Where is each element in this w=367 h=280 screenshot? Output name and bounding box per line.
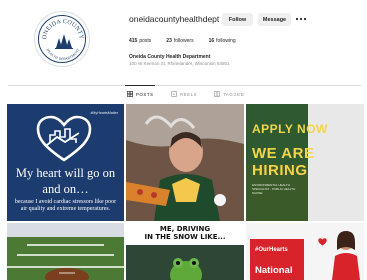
bio-address: 100 W Keenan St, Rhinelander, Wisconsin …	[129, 61, 230, 66]
profile-username: oneidacountyhealthdept	[129, 14, 220, 24]
active-tab-indicator	[125, 85, 155, 86]
tagged-icon	[214, 91, 220, 97]
post-tile-football-player-photo[interactable]	[126, 104, 244, 221]
post1-headline-line2: and on…	[42, 182, 89, 196]
post1-headline-line1: My heart will go on	[15, 166, 116, 180]
post-tile-our-hearts[interactable]: #OurHearts National	[246, 223, 364, 280]
woman-photo	[332, 231, 360, 280]
football-field-image	[7, 223, 124, 280]
bio-display-name: Oneida County Health Department	[129, 54, 211, 60]
following-stat[interactable]: 16 following	[209, 38, 236, 44]
post6-national: National	[255, 265, 293, 276]
more-options-icon[interactable]	[295, 14, 307, 24]
posts-stat: 415 posts	[129, 38, 151, 44]
followers-stat[interactable]: 23 followers	[166, 38, 193, 44]
post-tile-hiring[interactable]: APPLY NOW WE ARE HIRING ENVIRONMENTAL HE…	[246, 104, 364, 221]
message-button[interactable]: Message	[258, 13, 291, 26]
football-player-image	[126, 104, 244, 221]
tab-posts-label: POSTS	[136, 91, 154, 97]
logo-text-bottom: HEALTH DEPARTMENT	[46, 47, 81, 61]
follow-button[interactable]: Follow	[222, 13, 253, 26]
tab-reels[interactable]: REELS	[171, 91, 197, 97]
followers-count: 23	[166, 38, 172, 44]
frog-driving-image	[126, 245, 244, 280]
post3-details: ENVIRONMENTAL HEALTH SPECIALIST · PUBLIC…	[252, 183, 296, 195]
reels-icon	[171, 91, 177, 97]
post3-hiring: HIRING	[252, 162, 308, 179]
tab-posts[interactable]: POSTS	[127, 91, 154, 97]
svg-text:HEALTH DEPARTMENT: HEALTH DEPARTMENT	[46, 47, 81, 61]
posts-count: 415	[129, 38, 138, 44]
grid-icon	[127, 91, 133, 97]
post6-hashtag: #OurHearts	[255, 247, 288, 253]
logo-text-top: ONEIDA COUNTY	[42, 19, 84, 40]
post3-apply-now: APPLY NOW	[252, 122, 328, 136]
profile-stats: 415 posts 23 followers 16 following	[129, 38, 236, 44]
post-tile-football-field[interactable]	[7, 223, 124, 280]
post5-caption-line2: IN THE SNOW LIKE...	[144, 233, 226, 241]
post1-hashtag: #MyHeartsMatter	[90, 111, 118, 115]
county-logo: ONEIDA COUNTY HEALTH DEPARTMENT	[42, 19, 84, 61]
following-label: following	[216, 38, 236, 44]
post-tile-heart-graphic[interactable]: #MyHeartsMatter My heart will go on and …	[7, 104, 124, 221]
followers-label: followers	[173, 38, 194, 44]
post1-subtext: because I avoid cardiac stressors like p…	[14, 199, 117, 213]
profile-avatar[interactable]: ONEIDA COUNTY HEALTH DEPARTMENT	[34, 11, 90, 67]
tab-tagged[interactable]: TAGGED	[214, 91, 244, 97]
heart-city-icon	[36, 115, 92, 162]
tabs-divider	[8, 85, 361, 86]
tab-tagged-label: TAGGED	[223, 91, 245, 97]
following-count: 16	[208, 38, 215, 44]
tab-reels-label: REELS	[180, 91, 198, 97]
post5-caption: ME, DRIVING IN THE SNOW LIKE...	[126, 225, 244, 241]
post-tile-snow-meme[interactable]: ME, DRIVING IN THE SNOW LIKE...	[126, 223, 244, 280]
post3-we-are: WE ARE	[252, 145, 315, 162]
post5-caption-line1: ME, DRIVING	[159, 225, 211, 233]
posts-label: posts	[139, 38, 152, 44]
svg-text:ONEIDA COUNTY: ONEIDA COUNTY	[42, 19, 84, 40]
